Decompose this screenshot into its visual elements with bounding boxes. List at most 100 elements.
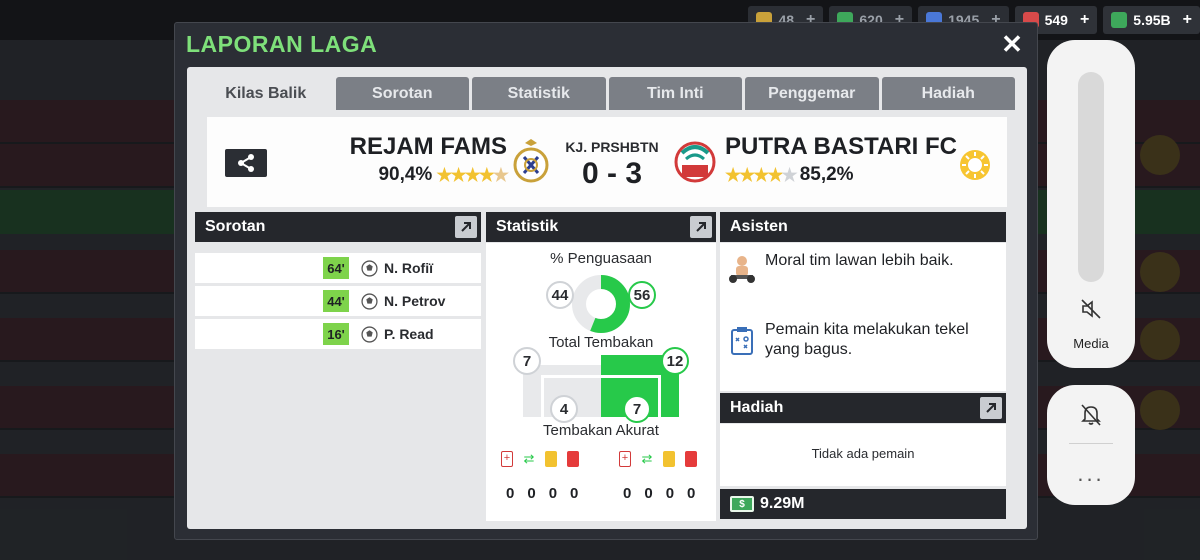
resource-money[interactable]: 5.95B + (1103, 6, 1200, 34)
on-target-home-value: 4 (550, 395, 578, 423)
stats-title: Statistik (496, 218, 559, 235)
shots-home-value: 7 (513, 347, 541, 375)
money-icon (1111, 12, 1128, 28)
share-button[interactable] (225, 149, 267, 177)
substitution-count: 0 (644, 485, 653, 502)
arrow-diagonal-icon (461, 222, 471, 232)
more-options-button[interactable]: ... (1047, 461, 1135, 487)
substitution-icon: ⇄ (641, 451, 653, 467)
stats-body: % Penguasaan 44 56 Total Tembakan 7 12 4… (486, 243, 716, 521)
volume-slider[interactable] (1078, 72, 1104, 282)
share-icon (238, 154, 254, 172)
goal-ball-icon (361, 293, 378, 310)
red-card-count: 0 (570, 485, 579, 502)
cash-icon: $ (730, 496, 754, 512)
red-card-icon (685, 451, 697, 467)
tab-tim-inti[interactable]: Tim Inti (608, 77, 742, 110)
notification-mute-icon[interactable] (1080, 403, 1102, 427)
assistant-header: Asisten (720, 212, 1006, 242)
away-club-crest-icon (674, 141, 716, 183)
resource-value: 549 (1044, 12, 1068, 28)
expand-icon[interactable] (455, 216, 477, 238)
assistant-body: Moral tim lawan lebih baik. Pemain kita … (720, 243, 1006, 391)
red-card-icon (567, 451, 579, 467)
close-icon[interactable]: ✕ (999, 31, 1025, 58)
away-event-icons: + ⇄ (619, 451, 697, 467)
goal-ball-icon (361, 326, 378, 343)
highlight-row[interactable]: 44' N. Petrov (195, 286, 481, 316)
tab-hadiah[interactable]: Hadiah (881, 77, 1015, 110)
stadium-name: KJ. PRSHBTN (565, 139, 659, 155)
home-team-name: REJAM FAMS (349, 133, 507, 160)
highlights-title: Sorotan (205, 218, 266, 235)
reward-amount: 9.29M (760, 495, 805, 512)
yellow-card-icon (663, 451, 675, 467)
highlight-row[interactable]: 64' N. Rofiï (195, 253, 481, 283)
highlight-minute: 64' (323, 257, 349, 279)
match-report-modal: LAPORAN LAGA ✕ Kilas Balik Sorotan Stati… (174, 22, 1038, 540)
possession-label: % Penguasaan (550, 250, 652, 267)
media-mute-icon[interactable] (1080, 298, 1102, 320)
assistant-message: Moral tim lawan lebih baik. (765, 252, 954, 269)
quick-settings-panel: ... (1047, 385, 1135, 505)
reward-header: Hadiah (720, 393, 1006, 423)
media-label: Media (1073, 336, 1109, 351)
tab-statistik[interactable]: Statistik (472, 77, 606, 110)
report-panel: Kilas Balik Sorotan Statistik Tim Inti P… (187, 67, 1027, 529)
possession-donut (572, 275, 630, 333)
expand-icon[interactable] (690, 216, 712, 238)
reward-title: Hadiah (730, 399, 784, 416)
fitness-icon (729, 256, 755, 283)
tab-sorotan[interactable]: Sorotan (335, 77, 469, 110)
away-team-name: PUTRA BASTARI FC (725, 133, 957, 160)
highlight-player: N. Petrov (384, 293, 446, 309)
shots-goal-graphic (523, 355, 681, 417)
reward-empty-text: Tidak ada pemain (811, 446, 915, 461)
substitution-count: 0 (527, 485, 536, 502)
highlight-player: P. Read (384, 326, 434, 342)
home-rating-value: 90,4% (378, 164, 433, 185)
assistant-message: Pemain kita melakukan tekel yang bagus. (765, 321, 969, 358)
scoreboard: REJAM FAMS 90,4% ★★★★★ KJ. PRSHBTN 0 - 3… (207, 117, 1007, 207)
volume-panel: Media (1047, 40, 1135, 368)
highlight-minute: 16' (323, 323, 349, 345)
home-event-icons: + ⇄ (501, 451, 579, 467)
goal-ball-icon (361, 260, 378, 277)
reward-footer: $ 9.29M (720, 489, 1006, 519)
star-rating-icon: ★★★★★ (436, 164, 509, 185)
home-club-crest-icon (513, 139, 549, 183)
assistant-title: Asisten (730, 218, 788, 235)
home-team-rating: 90,4% ★★★★★ (378, 164, 509, 186)
away-rating-value: 85,2% (799, 164, 854, 185)
highlight-minute: 44' (323, 290, 349, 312)
yellow-card-icon (545, 451, 557, 467)
injury-icon: + (501, 451, 513, 467)
highlight-row[interactable]: 16' P. Read (195, 319, 481, 349)
away-team-rating: ★★★★★ 85,2% (725, 164, 854, 186)
clipboard-icon (731, 327, 753, 355)
arrow-diagonal-icon (696, 222, 706, 232)
tab-penggemar[interactable]: Penggemar (745, 77, 879, 110)
tab-kilas-balik[interactable]: Kilas Balik (199, 77, 333, 110)
plus-icon: + (1079, 11, 1090, 28)
injury-count: 0 (506, 485, 515, 502)
reward-body: Tidak ada pemain (720, 424, 1006, 486)
away-event-counts: 0 0 0 0 (623, 485, 695, 502)
possession-away-value: 56 (628, 281, 656, 309)
on-target-label: Tembakan Akurat (543, 422, 659, 439)
possession-home-value: 44 (546, 281, 574, 309)
shots-away-value: 12 (661, 347, 689, 375)
substitution-icon: ⇄ (523, 451, 535, 467)
expand-icon[interactable] (980, 397, 1002, 419)
match-score: 0 - 3 (581, 157, 643, 190)
stats-header: Statistik (486, 212, 716, 242)
arrow-diagonal-icon (986, 403, 996, 413)
highlights-header: Sorotan (195, 212, 481, 242)
modal-title: LAPORAN LAGA (186, 31, 378, 57)
injury-count: 0 (623, 485, 632, 502)
plus-icon: + (1182, 11, 1192, 28)
sun-icon (960, 150, 990, 180)
on-target-away-value: 7 (623, 395, 651, 423)
home-event-counts: 0 0 0 0 (506, 485, 578, 502)
yellow-card-count: 0 (665, 485, 675, 502)
